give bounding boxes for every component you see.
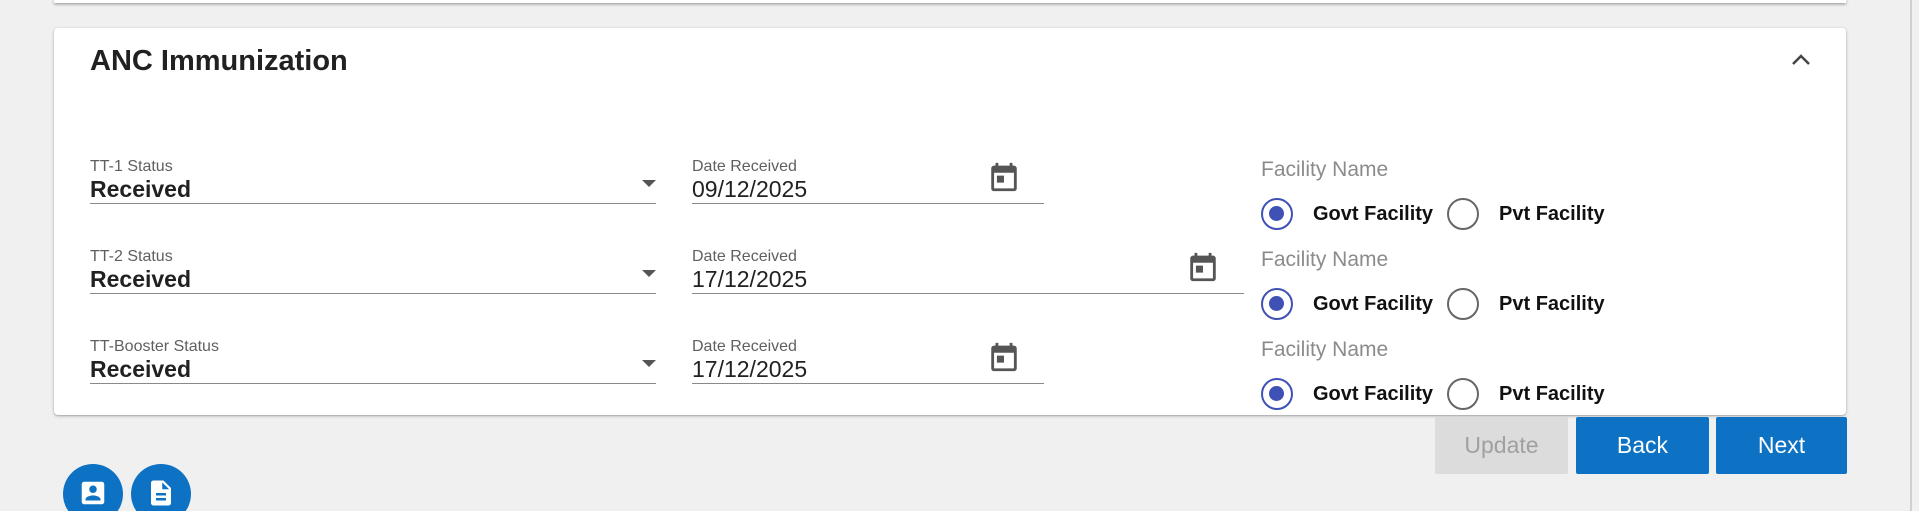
tt1-facility-label: Facility Name (1261, 158, 1389, 181)
tt-booster-row: TT-Booster Status Received Date Received… (54, 322, 1846, 410)
tt1-pvt-facility-radio[interactable] (1447, 198, 1480, 230)
tt2-pvt-facility-radio[interactable] (1447, 288, 1480, 320)
tt-booster-status-label: TT-Booster Status (90, 338, 219, 355)
chevron-up-icon (1792, 54, 1810, 65)
tt2-date-label: Date Received (692, 248, 797, 265)
chevron-down-icon (642, 270, 656, 277)
chevron-down-icon (642, 180, 656, 187)
tt1-status-label: TT-1 Status (90, 158, 173, 175)
tt1-date-label: Date Received (692, 158, 797, 175)
tt2-facility-label: Facility Name (1261, 248, 1389, 271)
section-title: ANC Immunization (90, 45, 348, 77)
calendar-icon[interactable] (1186, 250, 1220, 284)
calendar-icon[interactable] (987, 160, 1021, 194)
tt-booster-date-label: Date Received (692, 338, 797, 355)
tt1-govt-facility-label: Govt Facility (1313, 202, 1434, 225)
tt1-status-select[interactable]: TT-1 Status Received (90, 142, 656, 204)
tt2-row: TT-2 Status Received Date Received 17/12… (54, 232, 1846, 320)
tt-booster-status-value: Received (90, 356, 192, 382)
tt-booster-govt-facility-radio[interactable] (1261, 378, 1293, 410)
tt1-status-value: Received (90, 176, 192, 202)
tt2-status-value: Received (90, 266, 192, 292)
tt1-facility-radio-group: Govt Facility Pvt Facility (1261, 198, 1619, 230)
tt2-facility-radio-group: Govt Facility Pvt Facility (1261, 288, 1619, 320)
anc-immunization-card: ANC Immunization TT-1 Status Received Da… (54, 28, 1846, 415)
tt1-row: TT-1 Status Received Date Received 09/12… (54, 142, 1846, 230)
calendar-icon[interactable] (987, 340, 1021, 374)
tt-booster-status-select[interactable]: TT-Booster Status Received (90, 322, 656, 384)
document-icon (151, 480, 171, 506)
scrollbar[interactable] (1910, 0, 1912, 511)
update-button[interactable]: Update (1435, 417, 1568, 474)
tt1-date-value: 09/12/2025 (692, 176, 808, 202)
chevron-down-icon (642, 360, 656, 367)
tt-booster-govt-facility-label: Govt Facility (1313, 382, 1434, 405)
tt-booster-facility-label: Facility Name (1261, 338, 1389, 361)
profile-fab-button[interactable] (63, 464, 123, 511)
tt-booster-pvt-facility-label: Pvt Facility (1499, 382, 1605, 405)
next-button[interactable]: Next (1716, 417, 1847, 474)
tt-booster-date-field[interactable]: Date Received 17/12/2025 (692, 322, 1044, 384)
tt-booster-pvt-facility-radio[interactable] (1447, 378, 1480, 410)
contact-card-icon (81, 481, 105, 505)
collapse-button[interactable] (1786, 44, 1816, 74)
tt2-status-select[interactable]: TT-2 Status Received (90, 232, 656, 294)
tt-booster-date-value: 17/12/2025 (692, 356, 808, 382)
back-button[interactable]: Back (1576, 417, 1709, 474)
tt1-pvt-facility-label: Pvt Facility (1499, 202, 1605, 225)
previous-card-edge (54, 0, 1846, 3)
tt1-govt-facility-radio[interactable] (1261, 198, 1293, 230)
tt2-date-value: 17/12/2025 (692, 266, 808, 292)
tt2-pvt-facility-label: Pvt Facility (1499, 292, 1605, 315)
document-fab-button[interactable] (131, 464, 191, 511)
tt2-govt-facility-radio[interactable] (1261, 288, 1293, 320)
tt2-date-field[interactable]: Date Received 17/12/2025 (692, 232, 1244, 294)
tt2-govt-facility-label: Govt Facility (1313, 292, 1434, 315)
tt2-status-label: TT-2 Status (90, 248, 173, 265)
tt-booster-facility-radio-group: Govt Facility Pvt Facility (1261, 378, 1619, 410)
tt1-date-field[interactable]: Date Received 09/12/2025 (692, 142, 1044, 204)
